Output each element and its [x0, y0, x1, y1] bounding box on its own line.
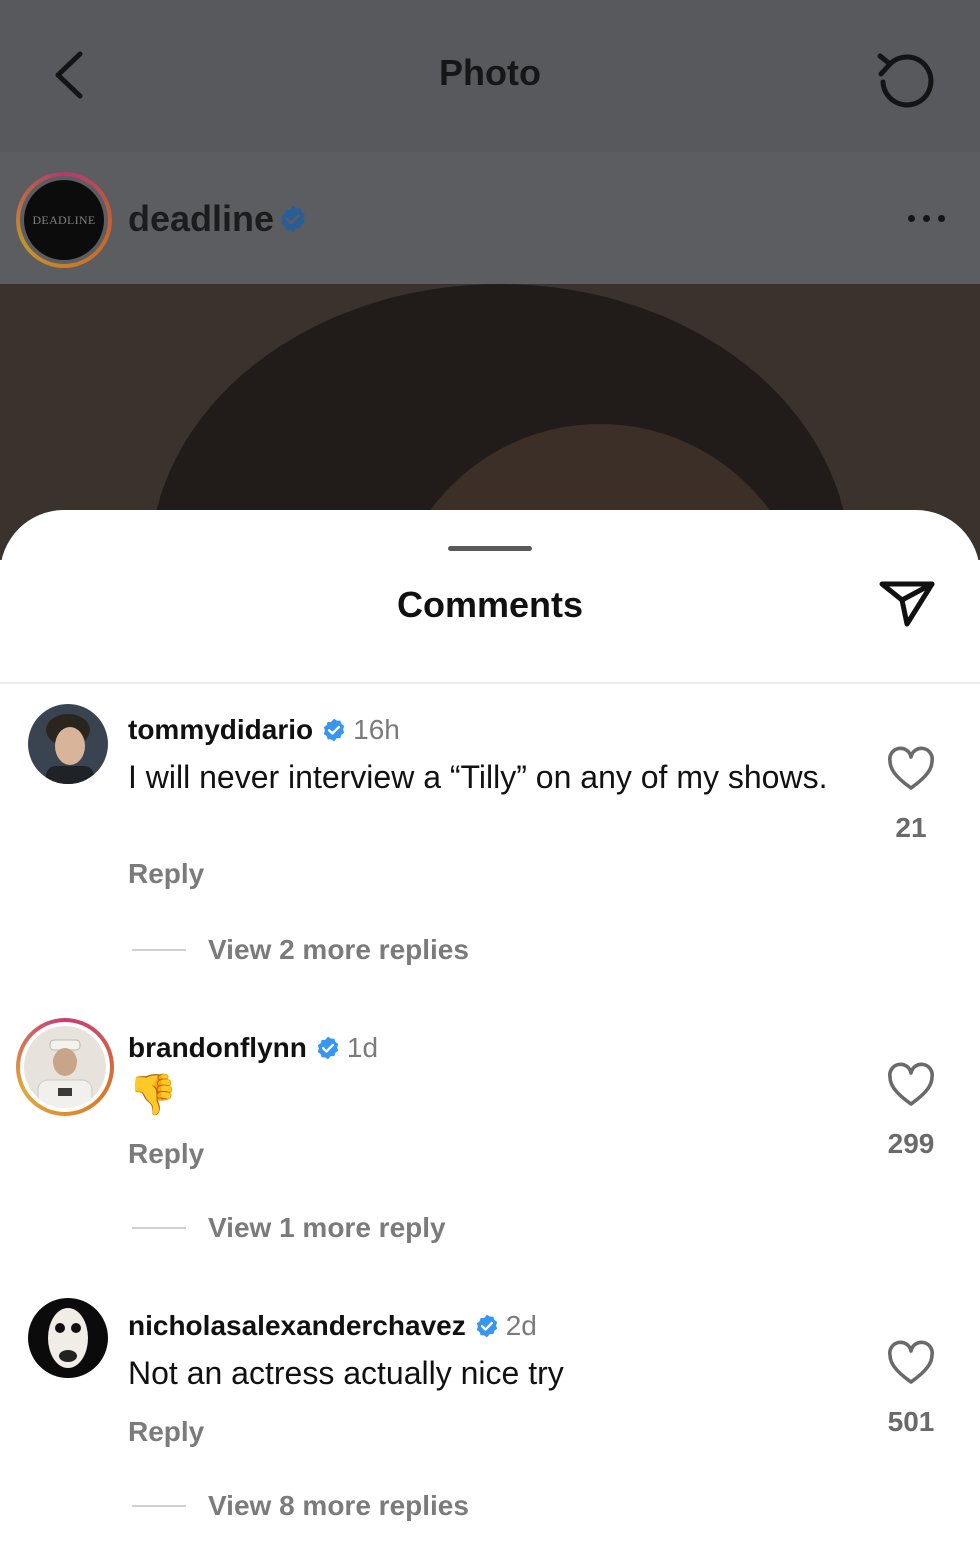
- avatar[interactable]: [28, 1298, 108, 1378]
- view-replies-button[interactable]: View 2 more replies: [132, 934, 469, 966]
- page-title: Photo: [439, 52, 541, 93]
- verified-badge-icon: [317, 1036, 339, 1060]
- sheet-grabber[interactable]: [448, 546, 532, 551]
- comment-time: 1d: [346, 1032, 379, 1063]
- post-username[interactable]: deadline: [128, 198, 274, 240]
- like-count: 21: [895, 812, 927, 843]
- background-app: Photo DEADLINE deadline: [0, 0, 980, 560]
- share-button[interactable]: [876, 576, 938, 630]
- comment-username[interactable]: nicholasalexanderchavez: [128, 1310, 466, 1342]
- top-bar: Photo: [0, 0, 980, 152]
- verified-badge-icon: [476, 1314, 497, 1338]
- like-count: 501: [887, 1406, 935, 1437]
- post-avatar[interactable]: DEADLINE: [16, 172, 112, 268]
- view-replies-label: View 8 more replies: [208, 1490, 469, 1521]
- reply-button[interactable]: Reply: [128, 1416, 204, 1448]
- comment-text: 👎: [128, 1073, 178, 1117]
- post-header: DEADLINE deadline: [0, 152, 980, 284]
- heart-icon: [888, 1340, 934, 1384]
- like-count: 299: [887, 1128, 935, 1159]
- more-dots-icon: [907, 214, 915, 222]
- reply-button[interactable]: Reply: [128, 1138, 204, 1170]
- view-replies-button[interactable]: View 1 more reply: [132, 1212, 446, 1244]
- view-replies-button[interactable]: View 8 more replies: [132, 1490, 469, 1522]
- comments-sheet: Comments tommydidario 16h I will never i…: [0, 510, 980, 1564]
- comment-text: I will never interview a “Tilly” on any …: [128, 759, 828, 795]
- like-button[interactable]: [884, 746, 938, 794]
- heart-icon: [888, 746, 934, 790]
- comment-text: Not an actress actually nice try: [128, 1355, 564, 1391]
- verified-badge-icon: [323, 718, 345, 742]
- reply-button[interactable]: Reply: [128, 858, 204, 890]
- verified-badge-icon: [281, 205, 305, 233]
- sheet-title: Comments: [396, 584, 584, 625]
- comment-username[interactable]: brandonflynn: [128, 1032, 307, 1064]
- like-button[interactable]: [884, 1062, 938, 1110]
- view-replies-label: View 1 more reply: [208, 1212, 446, 1243]
- view-replies-label: View 2 more replies: [208, 934, 469, 965]
- more-options-button[interactable]: [900, 206, 952, 230]
- comment-time: 2d: [505, 1310, 537, 1341]
- send-icon: [879, 581, 935, 627]
- heart-icon: [888, 1062, 934, 1106]
- deadline-logo: DEADLINE: [24, 180, 104, 260]
- divider: [0, 682, 980, 684]
- comment-username[interactable]: tommydidario: [128, 714, 313, 746]
- avatar[interactable]: [28, 704, 108, 784]
- comment-time: 16h: [353, 714, 400, 745]
- like-button[interactable]: [884, 1340, 938, 1388]
- avatar[interactable]: [16, 1018, 114, 1116]
- refresh-icon: [877, 53, 934, 108]
- refresh-button[interactable]: [870, 44, 942, 108]
